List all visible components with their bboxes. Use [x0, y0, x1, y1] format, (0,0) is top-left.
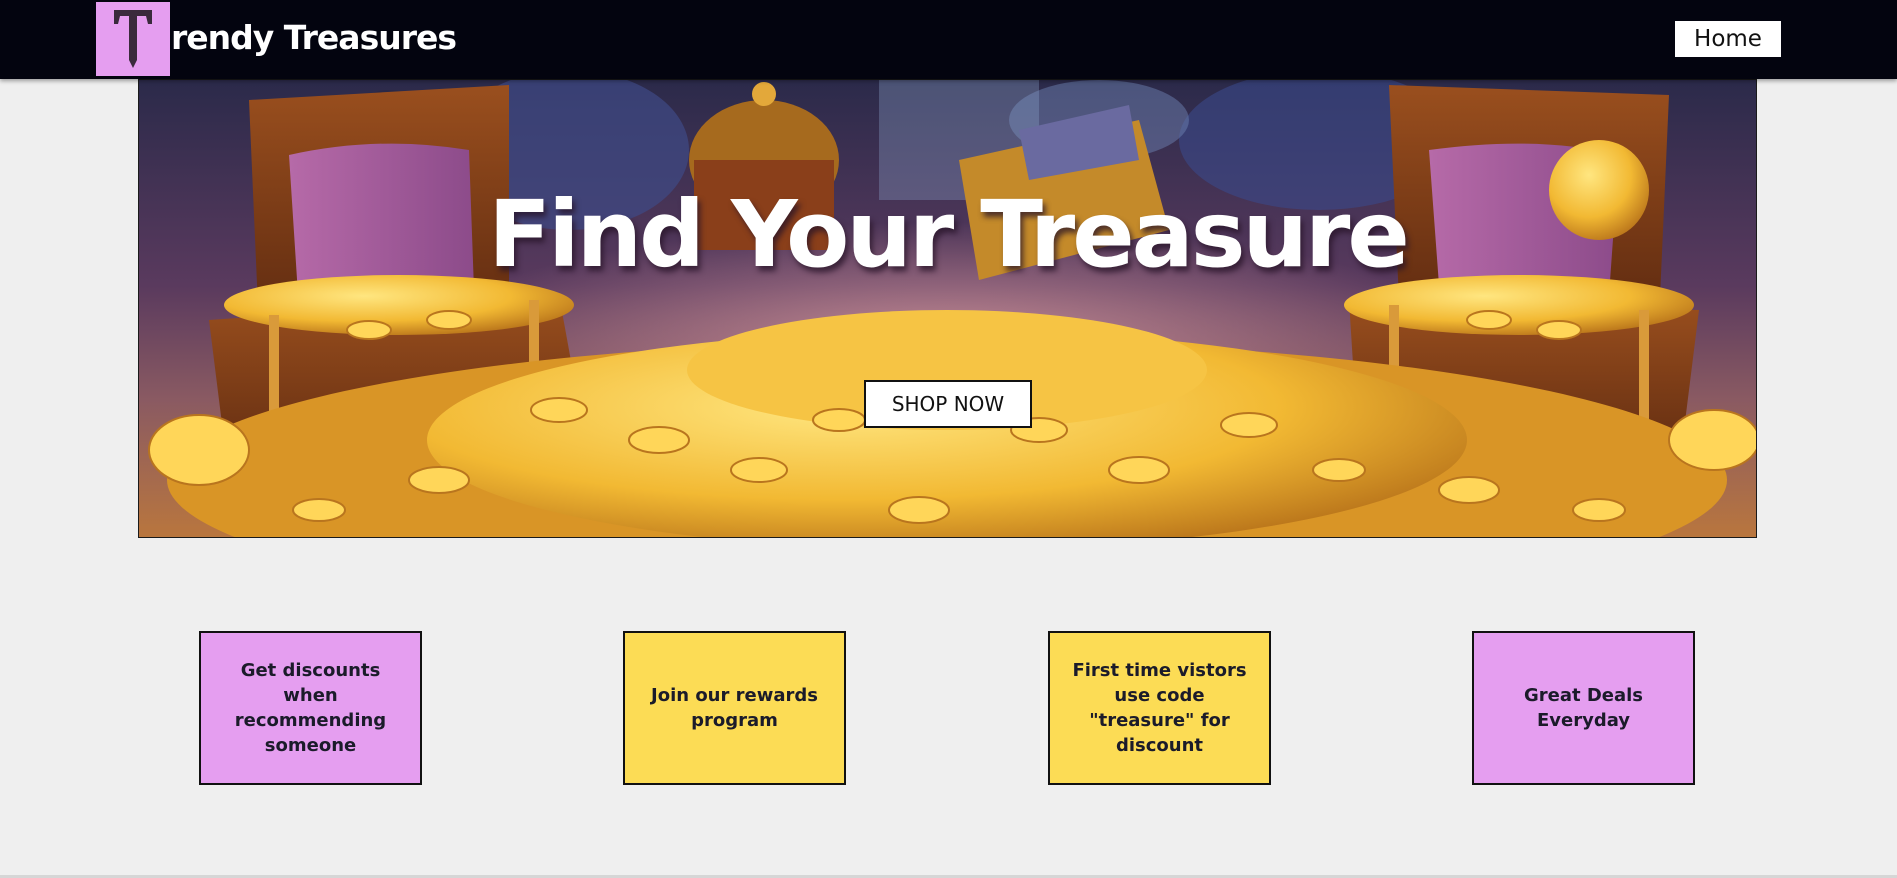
shop-now-button[interactable]: SHOP NOW — [864, 380, 1032, 428]
logo-t-icon — [114, 10, 152, 68]
promo-card-referral: Get discounts when recommending someone — [199, 631, 422, 785]
treasure-scene-image — [139, 80, 1756, 537]
promo-card-rewards: Join our rewards program — [623, 631, 846, 785]
promo-card-deals: Great Deals Everyday — [1472, 631, 1695, 785]
promo-card-first-visit: First time vistors use code "treasure" f… — [1048, 631, 1271, 785]
hero-title: Find Your Treasure — [488, 181, 1410, 288]
logo[interactable] — [96, 2, 170, 76]
hero-banner: Find Your Treasure SHOP NOW — [138, 79, 1757, 538]
nav-home-button[interactable]: Home — [1675, 21, 1781, 57]
top-navbar: rendy Treasures Home — [0, 0, 1897, 79]
brand-name[interactable]: rendy Treasures — [171, 16, 457, 60]
